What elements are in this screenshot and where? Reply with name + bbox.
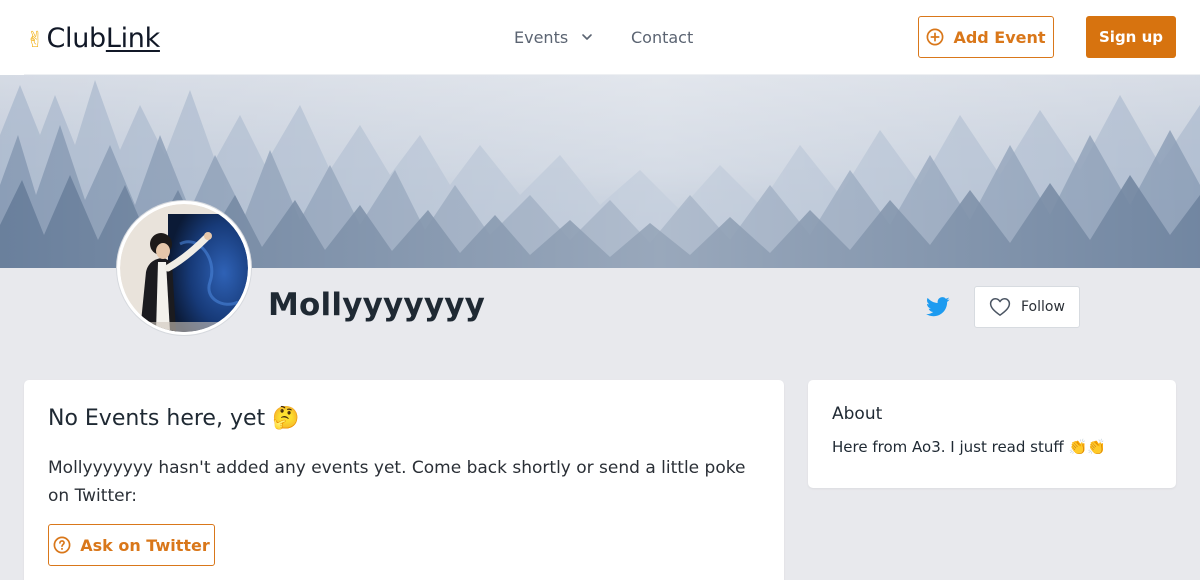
- chevron-down-icon: [582, 34, 592, 40]
- logo-text-club: Club: [46, 23, 106, 54]
- heart-icon: [989, 298, 1011, 316]
- events-card: No Events here, yet 🤔 Mollyyyyyyy hasn't…: [24, 380, 784, 580]
- profile-name: Mollyyyyyyy: [268, 287, 486, 323]
- add-event-label: Add Event: [953, 27, 1046, 47]
- plus-circle-icon: [926, 28, 944, 46]
- events-empty-message: Mollyyyyyyy hasn't added any events yet.…: [48, 458, 746, 506]
- follow-button[interactable]: Follow: [974, 286, 1080, 328]
- nav-events-label: Events: [514, 27, 569, 47]
- nav-contact-label: Contact: [631, 27, 694, 47]
- twitter-icon[interactable]: [926, 296, 950, 318]
- about-bio: Here from Ao3. I just read stuff 👏👏: [832, 438, 1106, 456]
- follow-label: Follow: [1021, 299, 1065, 315]
- logo-text-link: Link: [105, 23, 160, 54]
- sign-up-label: Sign up: [1099, 28, 1163, 46]
- victory-hand-icon: ✌: [26, 28, 45, 53]
- sign-up-button[interactable]: Sign up: [1086, 16, 1176, 58]
- profile-avatar: [117, 201, 251, 335]
- events-empty-title: No Events here, yet 🤔: [48, 406, 300, 431]
- nav-contact-link[interactable]: Contact: [631, 26, 693, 48]
- clublink-logo[interactable]: ✌ Club Link: [26, 22, 160, 54]
- add-event-button[interactable]: Add Event: [918, 16, 1054, 58]
- about-title: About: [832, 404, 883, 424]
- ask-on-twitter-button[interactable]: Ask on Twitter: [48, 524, 215, 566]
- about-card: About Here from Ao3. I just read stuff 👏…: [808, 380, 1176, 488]
- avatar-photo: [120, 204, 248, 332]
- ask-on-twitter-label: Ask on Twitter: [80, 535, 210, 555]
- top-navigation-bar: ✌ Club Link Events Contact Add Event Sig…: [0, 0, 1200, 75]
- nav-events-dropdown[interactable]: Events: [514, 26, 594, 48]
- question-circle-icon: [53, 536, 71, 554]
